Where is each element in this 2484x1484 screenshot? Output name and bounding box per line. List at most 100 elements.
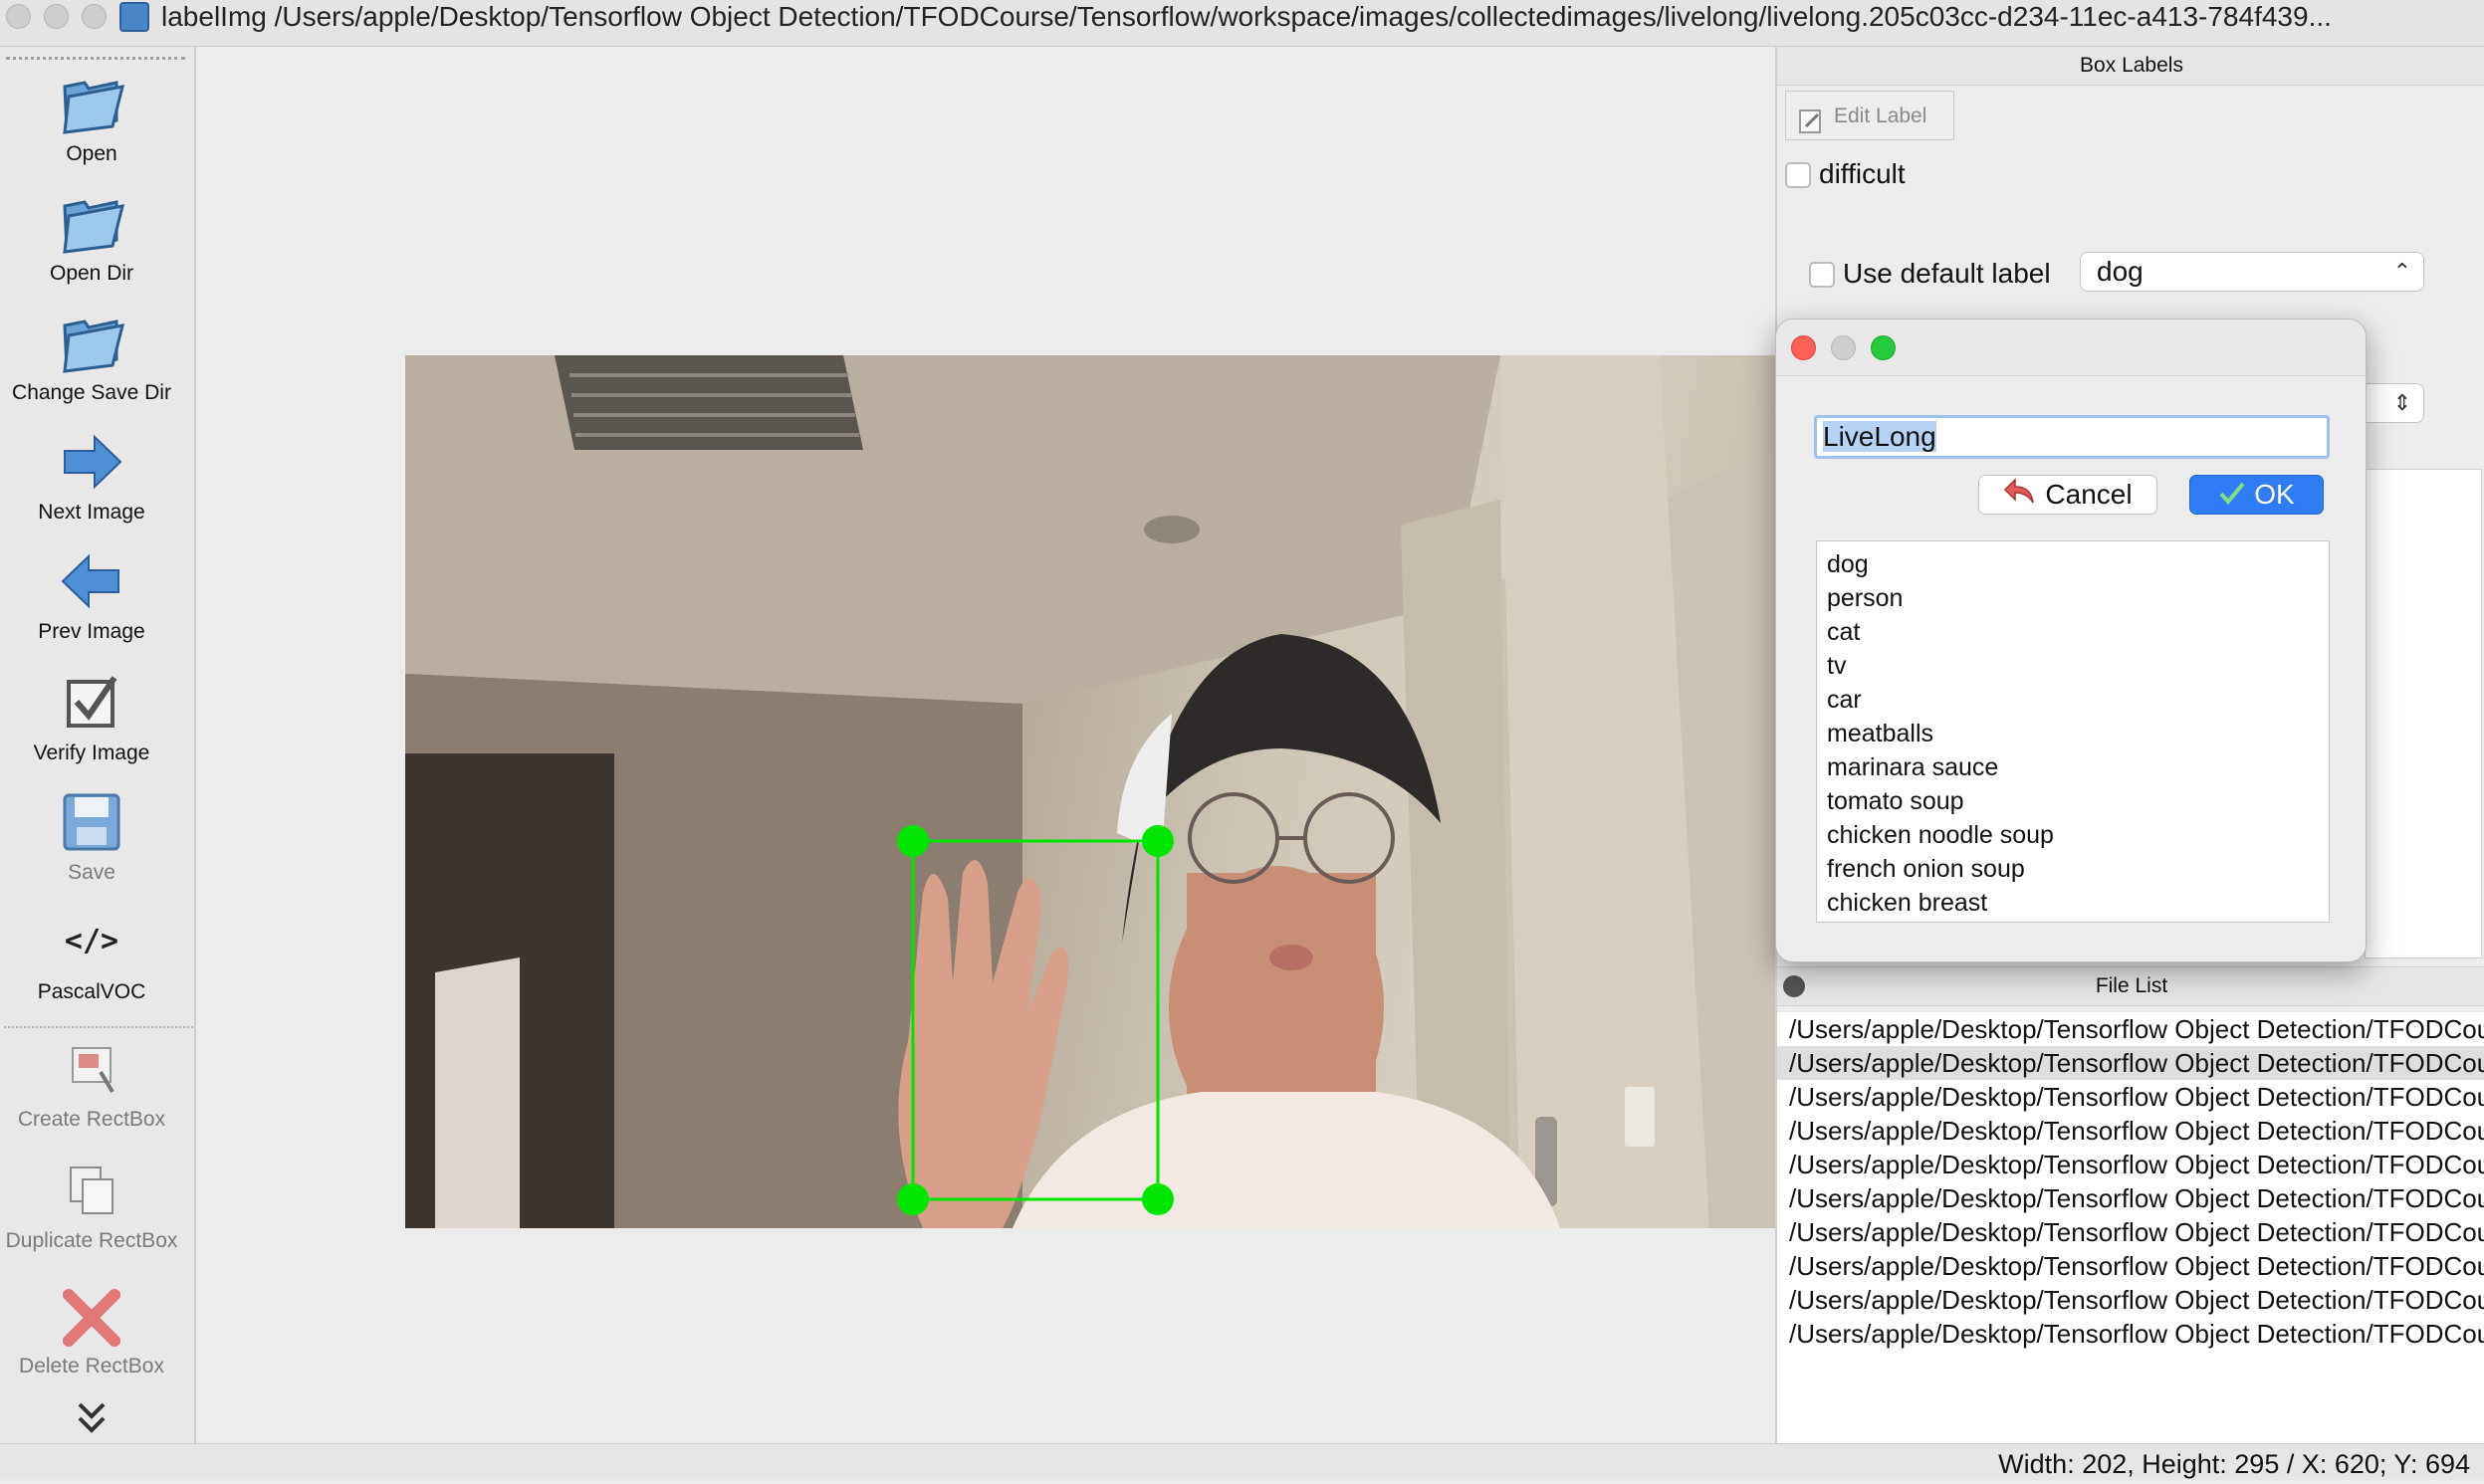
window-close-button[interactable] — [6, 4, 31, 29]
difficult-label: difficult — [1819, 158, 1906, 189]
pascalvoc-format-button[interactable]: </> PascalVOC — [0, 907, 183, 1004]
box-label-list[interactable] — [2365, 469, 2482, 958]
use-default-label-checkbox[interactable] — [1809, 262, 1835, 288]
label-list-item[interactable]: marinara sauce — [1817, 750, 2329, 784]
image-edit-icon — [57, 1034, 126, 1104]
folder-open-icon — [57, 308, 126, 377]
label-dialog: LiveLong Cancel OK dog person cat tv car… — [1775, 318, 2367, 962]
status-bar: Width: 202, Height: 295 / X: 620; Y: 694 — [0, 1443, 2484, 1480]
photo-image[interactable] — [405, 355, 1958, 1228]
change-save-dir-button[interactable]: Change Save Dir — [0, 308, 183, 405]
file-list[interactable]: /Users/apple/Desktop/Tensorflow Object D… — [1777, 1012, 2484, 1443]
updown-chevron-icon: ⇕ — [2392, 390, 2411, 415]
cancel-button[interactable]: Cancel — [1978, 475, 2157, 515]
toolbar-grip[interactable] — [6, 57, 185, 60]
label-list-item[interactable]: cat — [1817, 615, 2329, 649]
app-icon — [119, 2, 149, 32]
window-minimize-button[interactable] — [44, 4, 69, 29]
default-label-combo[interactable]: dog ⌃ — [2080, 252, 2424, 292]
create-rectbox-button[interactable]: Create RectBox — [0, 1034, 183, 1132]
bbox-corner-handle[interactable] — [1142, 1183, 1174, 1215]
dock-float-icon[interactable] — [1783, 975, 1805, 997]
label-list-item[interactable]: dog — [1817, 547, 2329, 581]
ok-button[interactable]: OK — [2189, 475, 2324, 515]
label-list-item[interactable]: french onion soup — [1817, 852, 2329, 886]
window-title: labelImg /Users/apple/Desktop/Tensorflow… — [161, 1, 2332, 32]
toolbar-separator — [4, 1026, 193, 1028]
label-list-item[interactable]: car — [1817, 683, 2329, 717]
dialog-minimize-button[interactable] — [1831, 335, 1856, 360]
floppy-disk-icon — [57, 787, 126, 857]
edit-label-button[interactable]: Edit Label — [1785, 91, 1954, 140]
delete-rectbox-label: Delete RectBox — [19, 1355, 164, 1378]
save-button[interactable]: Save — [0, 787, 183, 885]
image-canvas[interactable] — [196, 47, 1958, 1443]
use-default-label-text: Use default label — [1843, 258, 2051, 289]
label-list-item[interactable]: tomato soup — [1817, 784, 2329, 818]
cancel-label: Cancel — [2045, 479, 2133, 510]
arrow-left-icon — [57, 546, 126, 616]
file-list-item[interactable]: /Users/apple/Desktop/Tensorflow Object D… — [1777, 1283, 2484, 1317]
delete-rectbox-button[interactable]: Delete RectBox — [0, 1281, 183, 1378]
file-list-item[interactable]: /Users/apple/Desktop/Tensorflow Object D… — [1777, 1114, 2484, 1148]
next-image-button[interactable]: Next Image — [0, 427, 183, 525]
save-label: Save — [68, 861, 115, 884]
double-chevron-down-icon[interactable] — [72, 1400, 112, 1436]
checkmark-icon — [2218, 478, 2246, 516]
file-list-item[interactable]: /Users/apple/Desktop/Tensorflow Object D… — [1777, 1012, 2484, 1046]
open-label: Open — [66, 142, 117, 165]
label-list-item[interactable]: chicken breast — [1817, 886, 2329, 920]
dialog-titlebar — [1776, 319, 2366, 376]
file-list-title-text: File List — [2095, 974, 2168, 997]
duplicate-rectbox-label: Duplicate RectBox — [5, 1229, 178, 1252]
file-list-item[interactable]: /Users/apple/Desktop/Tensorflow Object D… — [1777, 1249, 2484, 1283]
folder-open-icon — [57, 69, 126, 138]
next-image-label: Next Image — [38, 501, 145, 524]
label-suggestion-list[interactable]: dog person cat tv car meatballs marinara… — [1816, 540, 2330, 923]
bbox-corner-handle[interactable] — [897, 1183, 929, 1215]
svg-text:</>: </> — [65, 924, 118, 958]
prev-image-label: Prev Image — [38, 620, 145, 643]
window-zoom-button[interactable] — [82, 4, 107, 29]
window-titlebar: labelImg /Users/apple/Desktop/Tensorflow… — [0, 0, 2484, 47]
difficult-checkbox[interactable] — [1785, 162, 1811, 188]
ok-label: OK — [2254, 479, 2295, 510]
file-list-item[interactable]: /Users/apple/Desktop/Tensorflow Object D… — [1777, 1317, 2484, 1351]
dialog-close-button[interactable] — [1791, 335, 1816, 360]
pascalvoc-label: PascalVOC — [37, 980, 146, 1003]
delete-x-icon — [57, 1281, 126, 1351]
code-icon: </> — [57, 907, 126, 976]
checkbox-icon — [57, 668, 126, 738]
bounding-box[interactable] — [911, 839, 1160, 1201]
open-button[interactable]: Open — [0, 69, 183, 166]
folder-open-icon — [57, 188, 126, 258]
file-list-item[interactable]: /Users/apple/Desktop/Tensorflow Object D… — [1777, 1148, 2484, 1181]
label-list-item[interactable]: tv — [1817, 649, 2329, 683]
label-list-item[interactable]: person — [1817, 581, 2329, 615]
file-list-item[interactable]: /Users/apple/Desktop/Tensorflow Object D… — [1777, 1181, 2484, 1215]
bounding-box-layer[interactable] — [405, 355, 1958, 1228]
duplicate-icon — [57, 1156, 126, 1225]
box-labels-title: Box Labels — [1777, 47, 2484, 86]
file-list-title: File List — [1777, 966, 2484, 1006]
dialog-zoom-button[interactable] — [1871, 335, 1896, 360]
file-list-item[interactable]: /Users/apple/Desktop/Tensorflow Object D… — [1777, 1215, 2484, 1249]
open-dir-label: Open Dir — [49, 262, 134, 285]
default-label-value: dog — [2097, 256, 2144, 287]
create-rectbox-label: Create RectBox — [17, 1108, 166, 1131]
duplicate-rectbox-button[interactable]: Duplicate RectBox — [0, 1156, 183, 1253]
verify-image-label: Verify Image — [33, 742, 150, 764]
bbox-corner-handle[interactable] — [897, 825, 929, 857]
bbox-corner-handle[interactable] — [1142, 825, 1174, 857]
toolbar: Open Open Dir Change Save Dir Next Image… — [0, 47, 196, 1443]
label-input-text: LiveLong — [1823, 421, 1936, 452]
edit-icon — [1798, 104, 1824, 133]
verify-image-button[interactable]: Verify Image — [0, 668, 183, 765]
label-list-item[interactable]: meatballs — [1817, 717, 2329, 750]
label-list-item[interactable]: chicken noodle soup — [1817, 818, 2329, 852]
file-list-item[interactable]: /Users/apple/Desktop/Tensorflow Object D… — [1777, 1080, 2484, 1114]
label-name-input[interactable]: LiveLong — [1814, 415, 2330, 459]
prev-image-button[interactable]: Prev Image — [0, 546, 183, 644]
open-dir-button[interactable]: Open Dir — [0, 188, 183, 286]
file-list-item-selected[interactable]: /Users/apple/Desktop/Tensorflow Object D… — [1777, 1046, 2484, 1080]
